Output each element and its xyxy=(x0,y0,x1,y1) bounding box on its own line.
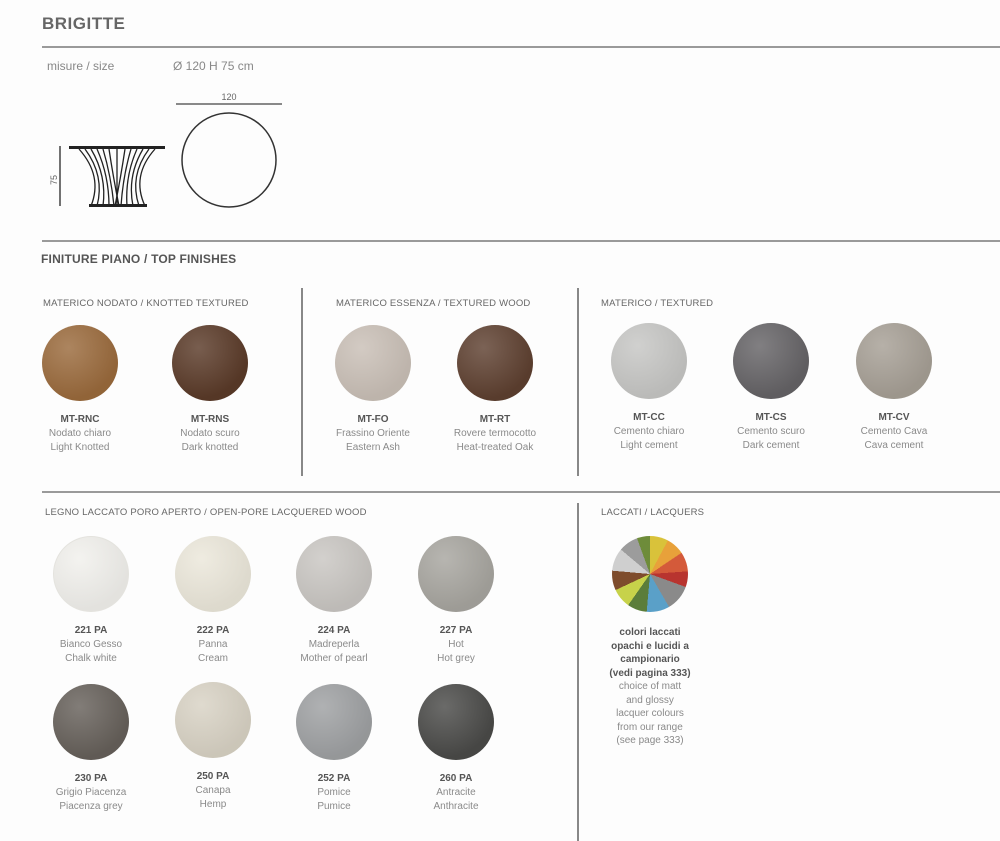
lacquers-note-line: (see page 333) xyxy=(616,735,684,746)
product-title: BRIGITTE xyxy=(42,14,126,33)
lacquers-note-en: choice of matt and glossy lacquer colour… xyxy=(590,680,710,748)
finish-swatch: MT-CV Cemento Cava Cava cement xyxy=(819,323,969,453)
finish-name-it: Hot xyxy=(448,639,464,650)
finish-swatch: MT-RT Rovere termocotto Heat-treated Oak xyxy=(420,325,570,455)
finish-disc xyxy=(172,325,248,401)
group-title-open-pore: LEGNO LACCATO PORO APERTO / OPEN-PORE LA… xyxy=(45,507,367,518)
finish-disc xyxy=(53,684,129,760)
group-title-wood: MATERICO ESSENZA / TEXTURED WOOD xyxy=(336,298,531,309)
lacquers-note-line: colori laccati xyxy=(619,627,681,638)
height-dimension: 75 xyxy=(49,175,59,185)
finish-disc xyxy=(418,684,494,760)
finish-name-it: Nodato scuro xyxy=(180,428,240,439)
finish-disc xyxy=(296,684,372,760)
finish-disc xyxy=(335,325,411,401)
top-finishes-title: FINITURE PIANO / TOP FINISHES xyxy=(41,252,237,266)
finish-name-en: Hot grey xyxy=(437,653,475,664)
lacquers-note-line: from our range xyxy=(617,721,683,733)
finish-name-en: Dark knotted xyxy=(181,442,239,453)
finish-disc xyxy=(42,325,118,401)
finish-code: MT-RT xyxy=(479,414,511,425)
finish-code: MT-RNS xyxy=(190,414,230,425)
lacquers-note-it: colori laccati opachi e lucidi a campion… xyxy=(590,626,710,680)
group-separator xyxy=(577,503,579,841)
finish-swatch: MT-RNC Nodato chiaro Light Knotted xyxy=(5,325,155,455)
finish-disc xyxy=(175,682,251,758)
finish-name-en: Cava cement xyxy=(864,440,924,451)
width-dimension: 120 xyxy=(221,92,236,102)
finish-name-it: Rovere termocotto xyxy=(453,428,537,439)
finish-disc xyxy=(53,536,129,612)
finish-disc xyxy=(296,536,372,612)
finish-code: 227 PA xyxy=(439,625,473,636)
group-title-lacquers: LACCATI / LACQUERS xyxy=(601,507,705,518)
lacquer-colour-wheel xyxy=(612,536,688,612)
finish-code: MT-RNC xyxy=(60,414,100,425)
finish-swatch: 260 PA Antracite Anthracite xyxy=(381,684,531,814)
top-view-circle xyxy=(181,112,277,208)
section-divider xyxy=(42,240,1000,242)
finish-disc xyxy=(418,536,494,612)
table-drawing: 75 120 xyxy=(49,92,282,208)
finish-name-it: Nodato chiaro xyxy=(48,428,112,439)
lacquers-note-line: campionario xyxy=(620,654,680,665)
finish-disc xyxy=(175,536,251,612)
group-title-knotted: MATERICO NODATO / KNOTTED TEXTURED xyxy=(43,298,249,309)
finish-disc xyxy=(733,323,809,399)
group-title-textured: MATERICO / TEXTURED xyxy=(601,298,714,309)
finish-code: MT-CV xyxy=(878,412,910,423)
row-divider xyxy=(42,491,1000,493)
size-value: Ø 120 H 75 cm xyxy=(173,59,254,73)
side-view-icon xyxy=(69,146,165,207)
finish-name-en: Heat-treated Oak xyxy=(456,442,534,453)
lacquers-note-line: lacquer colours xyxy=(616,708,684,719)
lacquers-note-line: and glossy xyxy=(626,694,674,706)
lacquers-note-line: choice of matt xyxy=(618,681,682,692)
finish-name-it: Cemento Cava xyxy=(860,426,928,437)
size-label: misure / size xyxy=(47,59,115,73)
finish-name-it: Antracite xyxy=(436,787,476,798)
lacquers-note-line: opachi e lucidi a xyxy=(611,640,689,652)
finish-swatch: MT-RNS Nodato scuro Dark knotted xyxy=(135,325,285,455)
finish-disc xyxy=(856,323,932,399)
finish-name-en: Anthracite xyxy=(433,801,479,812)
finish-name-en: Light Knotted xyxy=(50,442,110,453)
finish-swatch: 227 PA Hot Hot grey xyxy=(381,536,531,666)
finish-code: 260 PA xyxy=(439,773,473,784)
finish-disc xyxy=(611,323,687,399)
finish-disc xyxy=(457,325,533,401)
lacquers-note-line: (vedi pagina 333) xyxy=(609,667,691,679)
header-divider xyxy=(42,46,1000,48)
lacquers-block: colori laccati opachi e lucidi a campion… xyxy=(590,536,710,748)
